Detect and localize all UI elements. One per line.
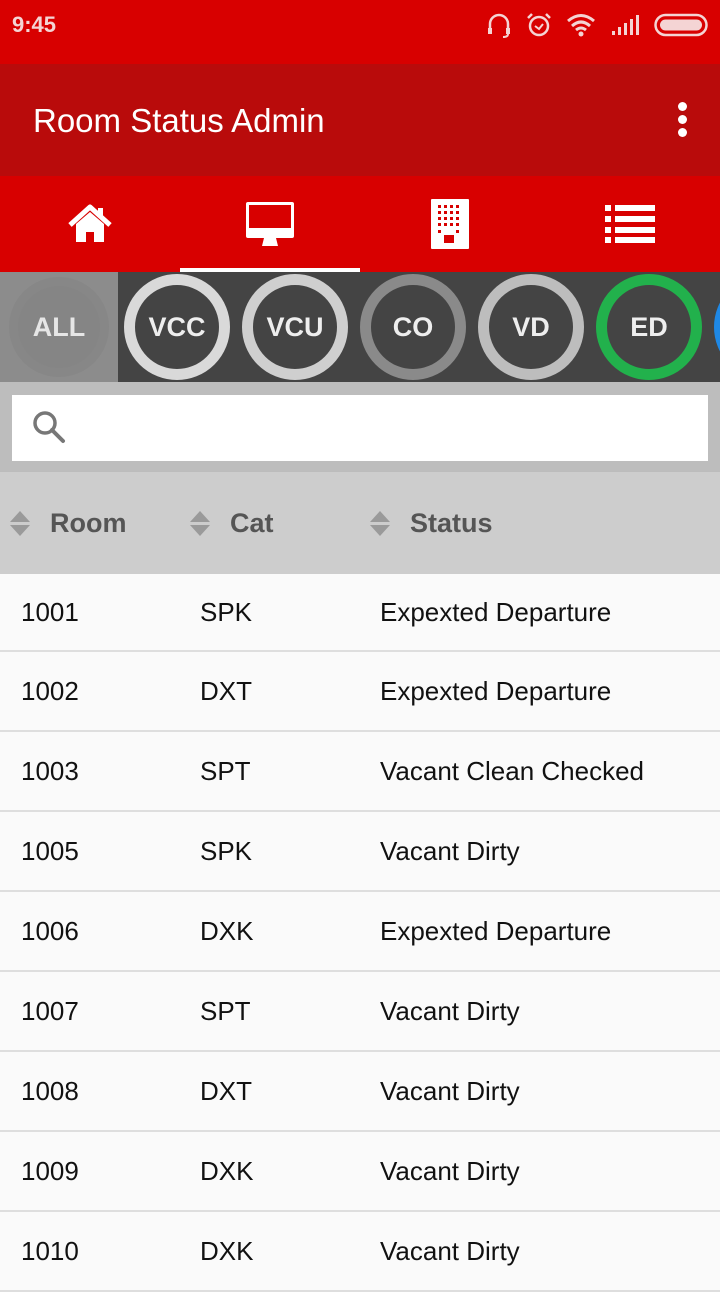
signal-icon xyxy=(612,15,639,35)
column-header-room[interactable]: Room xyxy=(0,508,180,539)
table-body: 1001 SPK Expexted Departure 1002 DXT Expexte… xyxy=(0,574,720,1292)
status-icons xyxy=(486,10,708,40)
list-icon xyxy=(605,205,655,243)
table-row[interactable]: 1006 DXK Expexted Departure xyxy=(0,892,720,972)
table-row[interactable]: 1008 DXT Vacant Dirty xyxy=(0,1052,720,1132)
status-cell: Vacant Dirty xyxy=(380,1155,520,1186)
building-icon xyxy=(431,199,469,249)
status-time: 9:45 xyxy=(12,12,57,37)
table-header: Room Cat Status xyxy=(0,472,720,574)
status-cell: Vacant Dirty xyxy=(380,835,520,866)
table-row[interactable]: 1002 DXT Expexted Departure xyxy=(0,652,720,732)
tab-bar xyxy=(0,176,720,272)
status-cell: Expexted Departure xyxy=(380,675,612,706)
filter-vcu[interactable]: VCU xyxy=(242,274,348,380)
wifi-icon xyxy=(567,14,595,37)
room-cell: 1007 xyxy=(21,995,79,1026)
cat-cell: DXK xyxy=(200,1155,254,1186)
status-bar: 9:45 xyxy=(0,0,720,64)
search-input[interactable] xyxy=(80,395,708,461)
app-title: Room Status Admin xyxy=(33,102,325,139)
more-vert-icon[interactable] xyxy=(674,102,690,138)
headset-icon xyxy=(488,13,510,38)
cat-cell: SPK xyxy=(200,596,253,627)
status-cell: Vacant Dirty xyxy=(380,1235,520,1266)
filter-co[interactable]: CO xyxy=(360,274,466,380)
room-cell: 1003 xyxy=(21,755,79,786)
room-cell: 1008 xyxy=(21,1075,79,1106)
sort-icon xyxy=(10,509,30,537)
status-cell: Vacant Clean Checked xyxy=(380,755,645,786)
battery-icon xyxy=(654,13,708,37)
filter-vd[interactable]: VD xyxy=(478,274,584,380)
room-cell: 1002 xyxy=(21,675,79,706)
table-row[interactable]: 1003 SPT Vacant Clean Checked xyxy=(0,732,720,812)
room-cell: 1006 xyxy=(21,915,79,946)
search-icon xyxy=(33,411,65,443)
sort-icon xyxy=(190,509,210,537)
status-cell: Vacant Dirty xyxy=(380,995,520,1026)
column-header-cat[interactable]: Cat xyxy=(180,508,360,539)
table-row[interactable]: 1010 DXK Vacant Dirty xyxy=(0,1212,720,1292)
cat-cell: SPT xyxy=(200,995,251,1026)
cat-cell: DXK xyxy=(200,1235,254,1266)
status-cell: Expexted Departure xyxy=(380,596,612,627)
table-row[interactable]: 1009 DXK Vacant Dirty xyxy=(0,1132,720,1212)
table-row[interactable]: 1001 SPK Expexted Departure xyxy=(0,574,720,652)
alarm-icon xyxy=(527,13,551,37)
app-bar: Room Status Admin xyxy=(0,64,720,176)
cat-cell: SPT xyxy=(200,755,251,786)
filter-all[interactable]: ALL xyxy=(0,272,118,382)
tab-monitor[interactable] xyxy=(180,176,360,272)
search-box xyxy=(12,395,708,461)
search-container xyxy=(0,382,720,472)
room-cell: 1005 xyxy=(21,835,79,866)
status-filter-bar: ALL VCC VCU CO VD ED xyxy=(0,272,720,382)
tab-list[interactable] xyxy=(540,176,720,272)
filter-next[interactable] xyxy=(714,274,720,380)
room-cell: 1010 xyxy=(21,1235,79,1266)
filter-ed[interactable]: ED xyxy=(596,274,702,380)
home-icon xyxy=(68,204,112,242)
tab-home[interactable] xyxy=(0,176,180,272)
cat-cell: SPK xyxy=(200,835,253,866)
filter-vcc[interactable]: VCC xyxy=(124,274,230,380)
cat-cell: DXT xyxy=(200,675,252,706)
table-row[interactable]: 1007 SPT Vacant Dirty xyxy=(0,972,720,1052)
room-cell: 1009 xyxy=(21,1155,79,1186)
cat-cell: DXT xyxy=(200,1075,252,1106)
monitor-icon xyxy=(246,202,294,246)
table-row[interactable]: 1005 SPK Vacant Dirty xyxy=(0,812,720,892)
status-cell: Vacant Dirty xyxy=(380,1075,520,1106)
tab-building[interactable] xyxy=(360,176,540,272)
status-cell: Expexted Departure xyxy=(380,915,612,946)
column-header-status[interactable]: Status xyxy=(360,508,493,539)
cat-cell: DXK xyxy=(200,915,254,946)
room-cell: 1001 xyxy=(21,596,79,627)
sort-icon xyxy=(370,509,390,537)
